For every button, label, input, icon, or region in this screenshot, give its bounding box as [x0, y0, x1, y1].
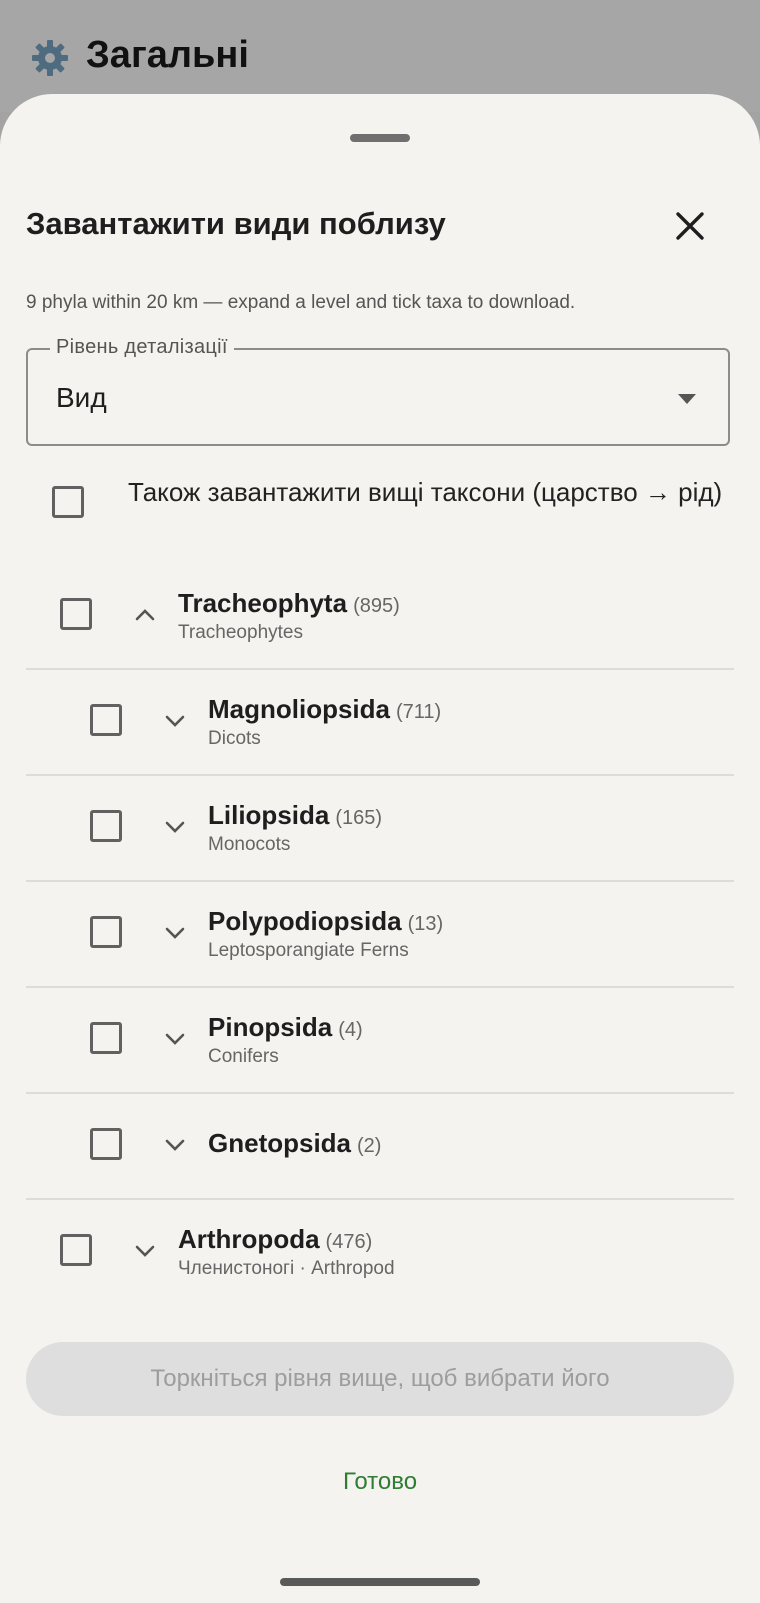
detail-level-label: Рівень деталізації: [50, 336, 234, 359]
drag-handle[interactable]: [350, 134, 410, 142]
chevron-up-icon[interactable]: [132, 602, 158, 628]
taxon-row-polypodiopsida[interactable]: Polypodiopsida (13) Leptosporangiate Fern…: [26, 880, 734, 988]
taxon-checkbox[interactable]: [90, 1022, 122, 1054]
taxon-name: Polypodiopsida (13): [208, 906, 444, 936]
taxon-count: (476): [325, 1231, 373, 1253]
taxon-checkbox[interactable]: [90, 1128, 122, 1160]
chevron-down-icon[interactable]: [162, 708, 188, 734]
bottom-sheet: Завантажити види поблизу 9 phyla within …: [0, 94, 760, 1603]
higher-taxa-label: Також завантажити вищі таксони (царство …: [128, 477, 723, 507]
taxon-count: (711): [396, 701, 442, 723]
detail-level-select[interactable]: Рівень деталізації Вид: [26, 336, 730, 446]
taxon-count: (4): [338, 1019, 363, 1041]
taxon-common-name: Monocots: [208, 834, 291, 855]
chevron-down-icon[interactable]: [162, 920, 188, 946]
sheet-subtitle: 9 phyla within 20 km — expand a level an…: [26, 292, 576, 313]
taxon-count: (13): [407, 913, 444, 935]
taxon-name: Gnetopsida (2): [208, 1128, 382, 1158]
taxon-name: Liliopsida (165): [208, 800, 383, 830]
taxon-name: Magnoliopsida (711): [208, 694, 442, 724]
taxon-row-pinopsida[interactable]: Pinopsida (4) Conifers: [26, 986, 734, 1094]
taxon-checkbox[interactable]: [90, 704, 122, 736]
taxon-row-magnoliopsida[interactable]: Magnoliopsida (711) Dicots: [26, 668, 734, 776]
taxon-row-gnetopsida[interactable]: Gnetopsida (2): [26, 1092, 734, 1200]
taxon-name: Tracheophyta (895): [178, 588, 400, 618]
taxon-count: (165): [335, 807, 383, 829]
taxon-common-name: Dicots: [208, 728, 261, 749]
taxon-common-name: Leptosporangiate Ferns: [208, 940, 409, 961]
taxon-checkbox[interactable]: [60, 598, 92, 630]
chevron-down-icon[interactable]: [162, 1026, 188, 1052]
done-button[interactable]: Готово: [0, 1468, 760, 1496]
taxon-checkbox[interactable]: [60, 1234, 92, 1266]
taxon-name: Pinopsida (4): [208, 1012, 363, 1042]
download-button-disabled[interactable]: Торкніться рівня вище, щоб вибрати його: [26, 1342, 734, 1416]
taxon-row-tracheophyta[interactable]: Tracheophyta (895) Tracheophytes: [26, 562, 734, 670]
taxon-common-name: Членистоногі · Arthropod: [178, 1258, 395, 1279]
chevron-down-icon[interactable]: [162, 1132, 188, 1158]
taxon-row-liliopsida[interactable]: Liliopsida (165) Monocots: [26, 774, 734, 882]
taxon-row-arthropoda[interactable]: Arthropoda (476) Членистоногі · Arthropod: [26, 1198, 734, 1304]
taxon-count: (2): [357, 1135, 382, 1157]
chevron-down-icon[interactable]: [132, 1238, 158, 1264]
taxon-name: Arthropoda (476): [178, 1224, 373, 1254]
close-icon[interactable]: [670, 206, 710, 246]
detail-level-value: Вид: [56, 382, 107, 413]
higher-taxa-checkbox[interactable]: [52, 486, 84, 518]
home-indicator[interactable]: [280, 1578, 480, 1586]
taxon-checkbox[interactable]: [90, 916, 122, 948]
sheet-title: Завантажити види поблизу: [26, 206, 446, 241]
taxon-common-name: Tracheophytes: [178, 622, 303, 643]
chevron-down-icon[interactable]: [162, 814, 188, 840]
taxon-common-name: Conifers: [208, 1046, 279, 1067]
taxon-checkbox[interactable]: [90, 810, 122, 842]
gear-icon: [32, 40, 68, 76]
taxon-count: (895): [353, 595, 400, 617]
background-page-title: Загальні: [86, 34, 249, 76]
dropdown-arrow-icon: [678, 394, 696, 404]
